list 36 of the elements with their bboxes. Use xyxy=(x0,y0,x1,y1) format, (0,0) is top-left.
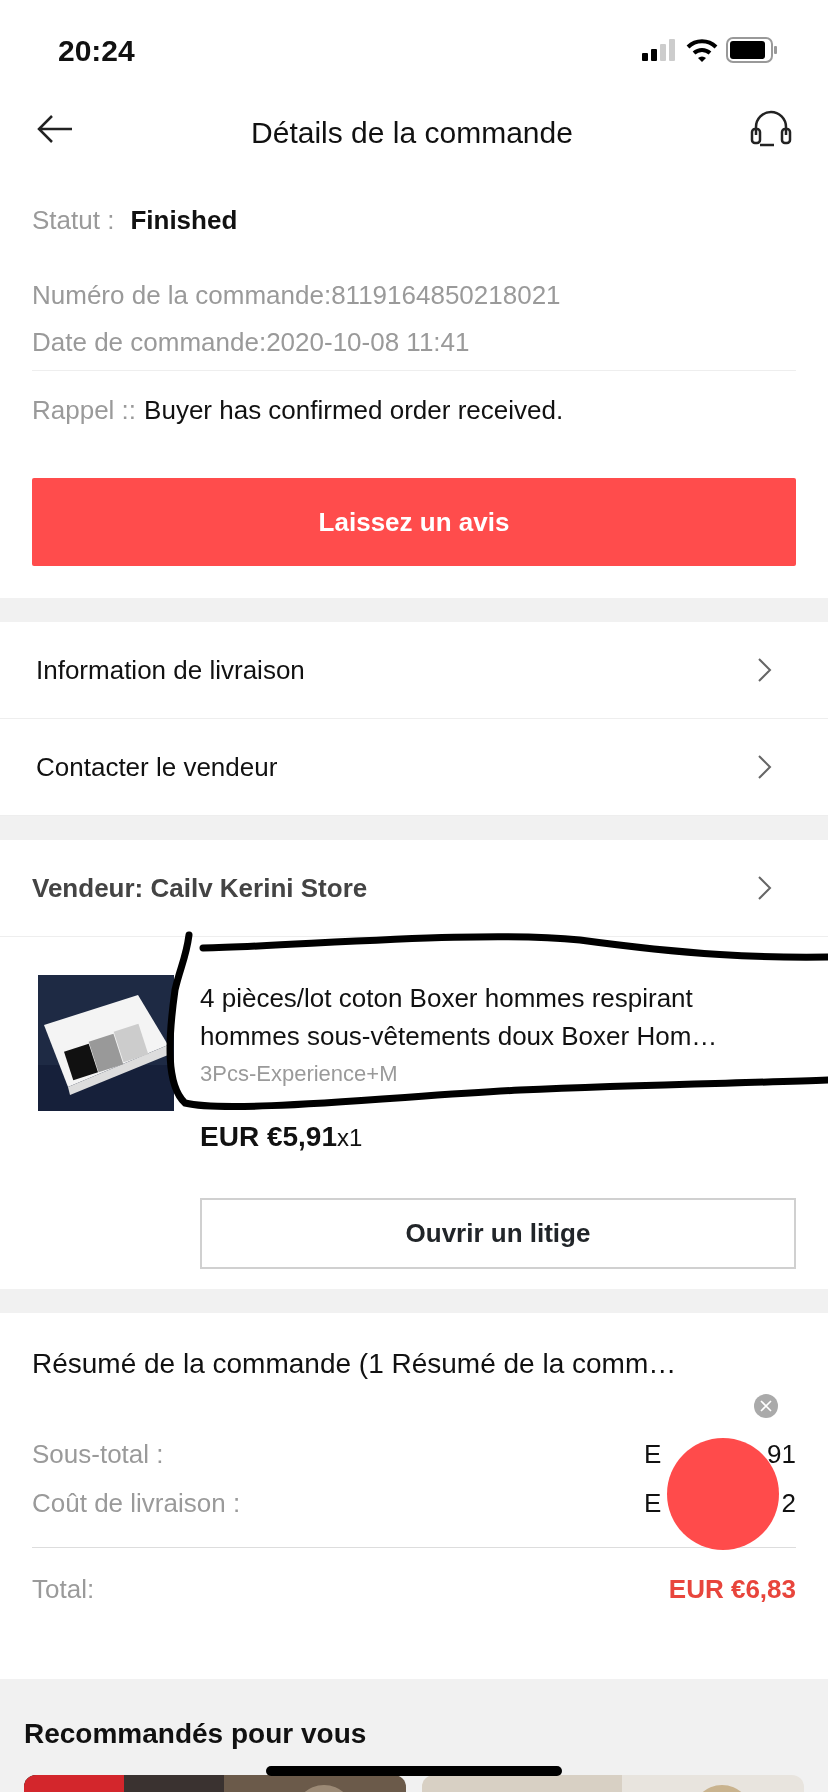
seller-row[interactable]: Vendeur: Cailv Kerini Store xyxy=(0,840,828,937)
product-quantity: x1 xyxy=(336,1123,363,1153)
chevron-right-icon xyxy=(756,753,774,781)
battery-icon xyxy=(726,37,778,63)
order-date: Date de commande:2020-10-08 11:41 xyxy=(32,323,796,371)
seller-name: Vendeur: Cailv Kerini Store xyxy=(32,871,368,905)
summary-value-fragment: 91 xyxy=(767,1438,796,1471)
summary-label: Sous-total : xyxy=(32,1438,164,1471)
section-title: Recommandés pour vous xyxy=(24,1717,368,1751)
signal-icon xyxy=(642,39,678,61)
reminder-label: Rappel :: xyxy=(32,394,137,427)
order-number: Numéro de la commande:8119164850218021 xyxy=(32,279,562,312)
list-item[interactable]: Information de livraison xyxy=(0,622,828,719)
summary-value-fragment: 2 xyxy=(781,1487,796,1520)
status-value: Finished xyxy=(130,204,238,237)
product-price: EUR €5,91 xyxy=(200,1120,337,1154)
headset-icon xyxy=(750,109,792,149)
summary-value-fragment: E xyxy=(644,1438,662,1471)
list-item-label: Information de livraison xyxy=(36,653,305,687)
summary-label: Coût de livraison : xyxy=(32,1487,241,1520)
status-label: Statut : xyxy=(32,204,115,237)
page-title: Détails de la commande xyxy=(251,115,573,151)
status-time: 20:24 xyxy=(58,32,135,69)
product-variant: 3Pcs-Experience+M xyxy=(200,1060,399,1088)
chevron-right-icon xyxy=(756,874,774,902)
chevron-right-icon xyxy=(756,656,774,684)
dispute-button[interactable]: Ouvrir un litige xyxy=(200,1198,796,1269)
reminder-text: Buyer has confirmed order received. xyxy=(144,394,564,427)
summary-title: Résumé de la commande (1 Résumé de la comm… xyxy=(32,1347,678,1381)
list-item-label: Contacter le vendeur xyxy=(36,750,278,784)
summary-value-fragment: E xyxy=(644,1487,662,1520)
back-icon xyxy=(36,114,74,144)
total-label: Total: xyxy=(32,1573,95,1606)
total-value: EUR €6,83 xyxy=(668,1573,796,1606)
wifi-icon xyxy=(686,38,718,62)
product-title: 4 pièces/lot coton Boxer hommes respirant hommes sous-vêtements doux Boxer Hom… xyxy=(200,982,719,1053)
